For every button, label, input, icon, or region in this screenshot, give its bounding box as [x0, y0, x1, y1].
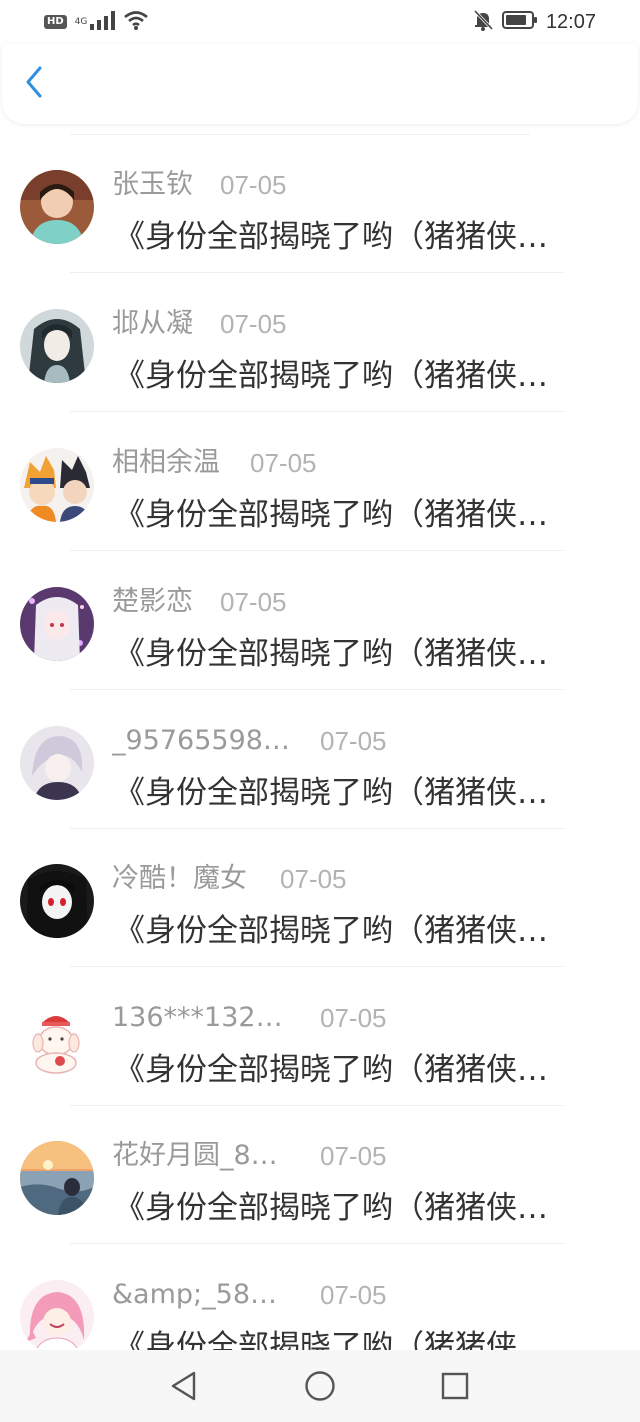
post-date: 07-05 — [320, 1280, 387, 1310]
nav-back-button[interactable] — [166, 1368, 202, 1404]
status-right: 12:07 — [472, 9, 596, 35]
system-nav-bar — [0, 1350, 640, 1422]
battery-icon — [501, 10, 538, 34]
post-date: 07-05 — [320, 726, 387, 756]
user-name: 冷酷！魔女 — [112, 863, 247, 894]
status-time: 12:07 — [545, 10, 596, 33]
post-title: 《身份全部揭晓了哟（猪猪侠… — [114, 358, 548, 394]
user-name: 花好月圆_8… — [112, 1140, 278, 1171]
user-name: 136***132_… — [112, 1002, 292, 1033]
user-list[interactable]: 张玉钦 07-05 《身份全部揭晓了哟（猪猪侠… 邶从凝 07-05 《身份全部… — [0, 128, 640, 1350]
list-item[interactable]: 邶从凝 07-05 《身份全部揭晓了哟（猪猪侠… — [0, 273, 640, 412]
list-item[interactable]: _95765598… 07-05 《身份全部揭晓了哟（猪猪侠… — [0, 690, 640, 829]
post-title: 《身份全部揭晓了哟（猪猪侠… — [114, 775, 548, 811]
list-item[interactable]: 冷酷！魔女 07-05 《身份全部揭晓了哟（猪猪侠… — [0, 828, 640, 967]
post-date: 07-05 — [320, 1003, 387, 1033]
post-date: 07-05 — [250, 448, 317, 478]
mute-bell-icon — [472, 9, 494, 35]
avatar[interactable] — [20, 448, 94, 522]
avatar[interactable] — [20, 1141, 94, 1215]
list-item[interactable]: 张玉钦 07-05 《身份全部揭晓了哟（猪猪侠… — [0, 134, 640, 273]
avatar[interactable] — [20, 587, 94, 661]
post-title: 《身份全部揭晓了哟（猪猪侠… — [114, 219, 548, 255]
signal-icon — [89, 10, 116, 34]
status-left: HD 4G — [44, 10, 149, 34]
list-item[interactable]: 相相余温 07-05 《身份全部揭晓了哟（猪猪侠… — [0, 412, 640, 551]
wifi-icon — [123, 10, 149, 34]
chevron-left-icon — [23, 65, 45, 103]
user-name: &amp;_583… — [112, 1279, 292, 1310]
avatar[interactable] — [20, 1280, 94, 1350]
list-item[interactable]: 楚影恋 07-05 《身份全部揭晓了哟（猪猪侠… — [0, 551, 640, 690]
post-title: 《身份全部揭晓了哟（猪猪侠… — [114, 1052, 548, 1088]
avatar[interactable] — [20, 1003, 94, 1077]
post-title: 《身份全部揭晓了哟（猪猪侠… — [114, 913, 548, 949]
status-bar: HD 4G 12:07 — [0, 0, 640, 44]
post-date: 07-05 — [220, 170, 287, 200]
list-item[interactable]: &amp;_583… 07-05 《身份全部揭晓了哟（猪猪侠… — [0, 1244, 640, 1350]
hd-badge: HD — [44, 15, 67, 29]
avatar[interactable] — [20, 726, 94, 800]
post-title: 《身份全部揭晓了哟（猪猪侠… — [114, 1190, 548, 1226]
user-name: _95765598… — [112, 725, 290, 756]
avatar[interactable] — [20, 170, 94, 244]
recents-square-icon — [437, 1372, 473, 1408]
top-app-bar — [2, 44, 638, 124]
post-title: 《身份全部揭晓了哟（猪猪侠… — [114, 497, 548, 533]
list-item[interactable]: 136***132_… 07-05 《身份全部揭晓了哟（猪猪侠… — [0, 967, 640, 1106]
back-triangle-icon — [166, 1371, 202, 1408]
post-date: 07-05 — [320, 1141, 387, 1171]
home-circle-icon — [302, 1371, 338, 1408]
list-item[interactable]: 花好月圆_8… 07-05 《身份全部揭晓了哟（猪猪侠… — [0, 1105, 640, 1244]
back-button[interactable] — [14, 64, 54, 104]
nav-home-button[interactable] — [302, 1368, 338, 1404]
post-date: 07-05 — [220, 309, 287, 339]
post-title: 《身份全部揭晓了哟（猪猪侠… — [114, 636, 548, 672]
post-date: 07-05 — [280, 864, 347, 894]
avatar[interactable] — [20, 864, 94, 938]
network-type-badge: 4G — [74, 17, 88, 27]
post-title: 《身份全部揭晓了哟（猪猪侠… — [114, 1329, 548, 1350]
nav-recents-button[interactable] — [437, 1368, 473, 1404]
post-date: 07-05 — [220, 587, 287, 617]
avatar[interactable] — [20, 309, 94, 383]
